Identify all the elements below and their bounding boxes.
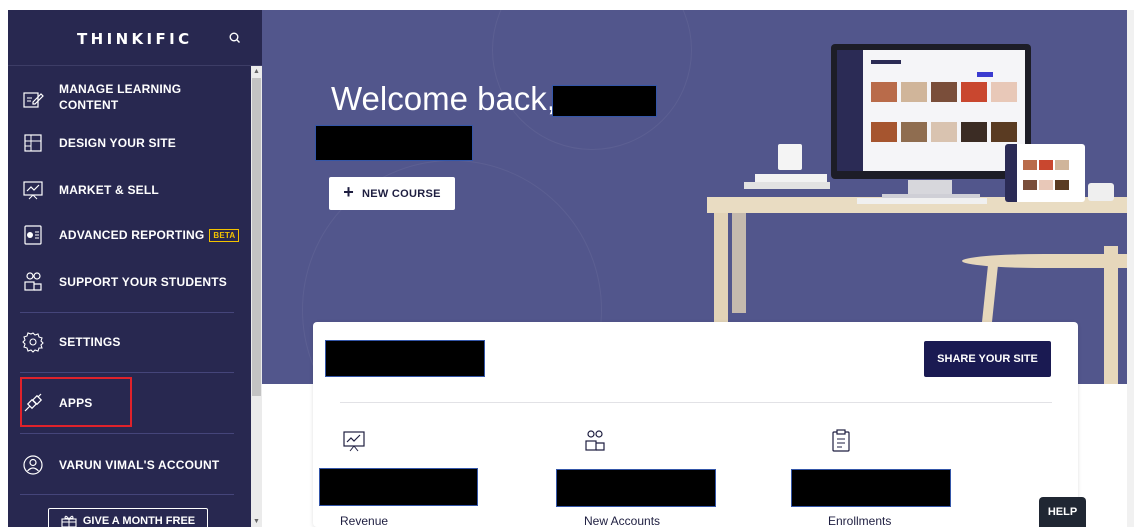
sidebar-item-apps[interactable]: APPS	[8, 389, 256, 417]
sidebar-item-label: APPS	[59, 396, 93, 410]
page-scrollbar[interactable]	[1127, 10, 1134, 527]
stat-label-new-accounts: New Accounts	[584, 514, 661, 527]
scrollbar-thumb[interactable]	[252, 78, 261, 396]
sidebar-divider	[20, 433, 234, 434]
redacted-site-name	[325, 340, 485, 377]
sidebar-item-design-your-site[interactable]: DESIGN YOUR SITE	[8, 129, 256, 157]
redacted-name	[552, 85, 657, 117]
sidebar-header: THINKIFIC	[8, 10, 262, 66]
layout-icon	[24, 134, 42, 152]
share-your-site-button[interactable]: SHARE YOUR SITE	[924, 341, 1051, 377]
dashboard-card: SHARE YOUR SITE Revenue New Accounts Enr…	[313, 322, 1078, 527]
sidebar-item-settings[interactable]: SETTINGS	[8, 328, 256, 356]
mug-illustration	[1088, 183, 1114, 201]
new-course-label: NEW COURSE	[362, 187, 441, 200]
books-illustration	[744, 182, 830, 189]
sidebar-divider	[20, 494, 234, 495]
logo[interactable]: THINKIFIC	[77, 30, 193, 48]
sidebar-divider	[20, 372, 234, 373]
redacted-enrollments-value	[791, 469, 951, 507]
sidebar-item-market-sell[interactable]: MARKET & SELL	[8, 176, 256, 204]
redacted-new-accounts-value	[556, 469, 716, 507]
students-icon	[24, 272, 42, 291]
stat-label-enrollments: Enrollments	[828, 514, 892, 527]
scroll-down-arrow-icon[interactable]: ▼	[253, 518, 260, 525]
welcome-heading: Welcome back,	[331, 80, 556, 117]
books-illustration	[755, 174, 827, 182]
redacted-name	[315, 125, 473, 161]
students-icon	[585, 430, 605, 451]
redacted-revenue-value	[319, 468, 478, 506]
sidebar-item-advanced-reporting[interactable]: ADVANCED REPORTING BETA	[8, 221, 256, 249]
new-course-button[interactable]: + NEW COURSE	[329, 177, 455, 210]
gift-button-label: GIVE A MONTH FREE	[82, 515, 196, 527]
plug-icon	[24, 393, 43, 412]
chart-board-icon	[23, 181, 43, 200]
sidebar-item-label: SUPPORT YOUR STUDENTS	[59, 275, 227, 289]
plus-icon: +	[343, 182, 355, 202]
gear-icon	[22, 332, 44, 353]
sidebar-scrollbar[interactable]: ▲ ▼	[251, 66, 262, 527]
tablet-illustration	[1005, 144, 1085, 202]
help-button[interactable]: HELP	[1039, 497, 1086, 527]
sidebar-item-label: CONTENT	[59, 98, 119, 112]
card-divider	[340, 402, 1052, 403]
sidebar-item-label: ADVANCED REPORTING	[59, 228, 205, 242]
monitor-screen	[837, 50, 1025, 171]
monitor-illustration	[831, 44, 1031, 179]
sidebar-item-manage-learning-content[interactable]: MANAGE LEARNING CONTENT	[8, 76, 256, 122]
keyboard-illustration	[857, 198, 987, 204]
gift-icon	[61, 515, 77, 527]
report-icon	[24, 225, 42, 245]
sidebar-divider	[20, 312, 234, 313]
beta-badge: BETA	[209, 229, 240, 242]
search-icon[interactable]	[228, 31, 242, 45]
chair-leg	[1104, 246, 1118, 384]
scroll-up-arrow-icon[interactable]: ▲	[253, 68, 260, 75]
app-window: THINKIFIC MANAGE LEARNING CONTENT DESIGN…	[0, 0, 1134, 527]
sidebar-item-label: MARKET & SELL	[59, 183, 159, 197]
cup-illustration	[778, 144, 802, 170]
chair-illustration	[962, 254, 1127, 268]
give-a-month-free-button[interactable]: GIVE A MONTH FREE	[48, 508, 208, 527]
user-icon	[23, 455, 43, 475]
sidebar-item-label: VARUN VIMAL'S ACCOUNT	[59, 458, 220, 472]
sidebar-item-account[interactable]: VARUN VIMAL'S ACCOUNT	[8, 451, 256, 479]
clipboard-icon	[832, 429, 850, 452]
sidebar-item-support-your-students[interactable]: SUPPORT YOUR STUDENTS	[8, 268, 256, 296]
chart-board-icon	[343, 431, 365, 452]
sidebar-item-label: MANAGE LEARNING	[59, 82, 182, 96]
edit-content-icon	[23, 92, 44, 108]
stat-label-revenue: Revenue	[340, 514, 389, 527]
sidebar-item-label: DESIGN YOUR SITE	[59, 136, 177, 150]
sidebar-item-label: SETTINGS	[59, 335, 121, 349]
desk-leg	[732, 213, 746, 313]
sidebar: THINKIFIC MANAGE LEARNING CONTENT DESIGN…	[8, 10, 262, 527]
